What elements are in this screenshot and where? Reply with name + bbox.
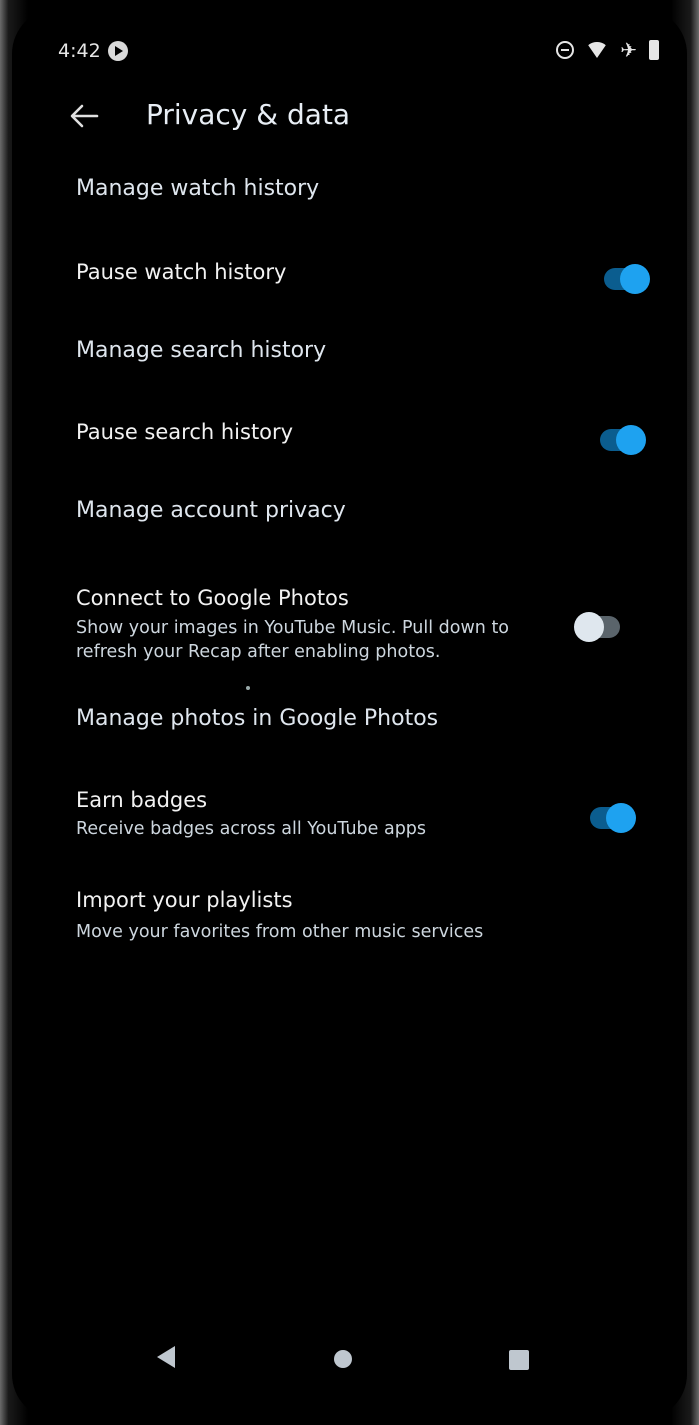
pause-search-history-row[interactable]: Pause search history (64, 410, 646, 470)
pause-watch-history-toggle[interactable] (604, 264, 650, 294)
connect-google-photos-title: Connect to Google Photos (76, 586, 349, 610)
media-playing-icon (108, 41, 128, 61)
pause-watch-history-row[interactable]: Pause watch history (64, 248, 650, 308)
connect-google-photos-subtitle-2: refresh your Recap after enabling photos… (76, 642, 441, 662)
phone-screen: 4:42 ✈ Privacy & data Manage watch histo… (12, 8, 687, 1420)
page-title: Privacy & data (146, 98, 351, 131)
earn-badges-title: Earn badges (76, 788, 208, 812)
earn-badges-toggle[interactable] (590, 803, 636, 833)
nav-back-icon[interactable] (157, 1346, 175, 1368)
section-label-watch-history: Manage watch history (76, 176, 320, 201)
toggle-knob (606, 803, 636, 833)
do-not-disturb-icon (556, 41, 575, 59)
toggle-knob (574, 612, 604, 642)
decorative-dot (246, 686, 250, 690)
airplane-icon: ✈ (620, 38, 637, 62)
nav-recents-icon[interactable] (509, 1350, 529, 1370)
pause-search-history-toggle[interactable] (600, 425, 646, 455)
section-label-account-privacy: Manage account privacy (76, 498, 346, 523)
import-playlists-title: Import your playlists (76, 888, 293, 912)
pause-watch-history-label: Pause watch history (76, 260, 287, 284)
nav-home-icon[interactable] (334, 1350, 352, 1368)
status-time: 4:42 (58, 40, 101, 62)
toggle-knob (620, 264, 650, 294)
section-label-search-history: Manage search history (76, 338, 327, 363)
connect-google-photos-row[interactable]: Connect to Google Photos Show your image… (74, 580, 632, 666)
status-icons: ✈ (556, 38, 659, 62)
earn-badges-row[interactable]: Earn badges Receive badges across all Yo… (64, 786, 642, 850)
pause-search-history-label: Pause search history (76, 420, 294, 444)
arrow-left-icon (70, 104, 99, 128)
earn-badges-subtitle: Receive badges across all YouTube apps (76, 819, 427, 839)
toggle-knob (616, 425, 646, 455)
section-label-google-photos: Manage photos in Google Photos (76, 706, 439, 731)
battery-icon (649, 40, 659, 60)
connect-google-photos-toggle[interactable] (574, 612, 620, 642)
connect-google-photos-subtitle-1: Show your images in YouTube Music. Pull … (76, 618, 510, 638)
import-playlists-row[interactable]: Import your playlists Move your favorite… (76, 886, 636, 954)
import-playlists-subtitle: Move your favorites from other music ser… (76, 922, 484, 942)
wifi-icon (586, 42, 609, 58)
back-button[interactable] (64, 96, 104, 136)
